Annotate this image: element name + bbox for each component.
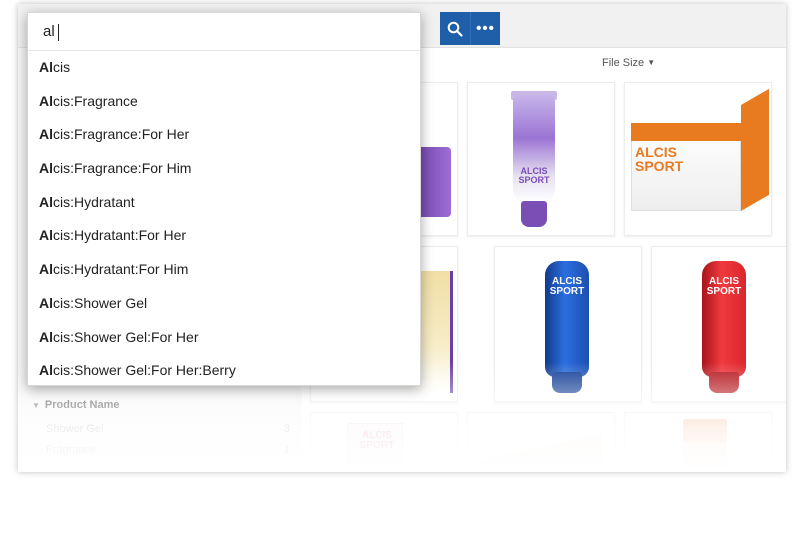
suggestion-item[interactable]: Alcis:Shower Gel — [28, 287, 420, 321]
product-tile[interactable]: ALCIS SPORT — [494, 246, 642, 402]
sort-dropdown[interactable]: File Size ▼ — [602, 57, 655, 69]
facet-product-name[interactable]: ▼ Product Name — [32, 399, 120, 411]
product-image: ALCIS SPORT — [631, 88, 769, 213]
product-image: ALCIS SPORT — [545, 261, 589, 393]
facet-item-count: 1 — [283, 444, 290, 456]
product-tile[interactable]: ALCIS SPORT — [467, 82, 615, 236]
autocomplete-dropdown: Alcis Alcis:Fragrance Alcis:Fragrance:Fo… — [27, 12, 421, 386]
caret-down-icon: ▼ — [647, 58, 656, 67]
suggestion-item[interactable]: Alcis:Fragrance:For Her — [28, 118, 420, 152]
text-cursor — [58, 24, 59, 41]
suggestion-item[interactable]: Alcis:Fragrance — [28, 85, 420, 119]
product-tile[interactable] — [467, 412, 615, 472]
facet-item-label: Shower Gel — [46, 423, 104, 435]
product-image — [482, 434, 602, 472]
suggestion-item[interactable]: Alcis:Shower Gel:For Her:Berry — [28, 354, 420, 388]
search-button[interactable] — [440, 12, 470, 45]
search-icon — [447, 21, 463, 37]
product-tile[interactable]: ALCIS SPORT — [310, 412, 458, 472]
facet-item-count: 3 — [283, 423, 290, 435]
product-brand: ALCIS SPORT — [706, 276, 742, 297]
suggestion-item[interactable]: Alcis:Fragrance:For Him — [28, 152, 420, 186]
suggestion-item[interactable]: Alcis:Hydratant:For Her — [28, 219, 420, 253]
product-image: ALCIS SPORT — [347, 423, 407, 472]
product-tile[interactable]: ALCIS SPORT — [651, 246, 786, 402]
product-tile[interactable]: ALCIS SPORT — [624, 82, 772, 236]
facet-item-label: Fragrance — [46, 444, 97, 456]
suggestion-item[interactable]: Alcis — [28, 51, 420, 85]
product-image: ALCIS SPORT — [702, 261, 746, 393]
facet-item-shower-gel[interactable]: Shower Gel 3 — [46, 423, 290, 435]
product-brand: ALCIS SPORT — [359, 430, 395, 451]
suggestion-list: Alcis Alcis:Fragrance Alcis:Fragrance:Fo… — [28, 51, 420, 388]
search-input[interactable] — [28, 13, 420, 51]
suggestion-item[interactable]: Alcis:Hydratant:For Him — [28, 253, 420, 287]
caret-down-icon: ▼ — [32, 401, 40, 410]
suggestion-item[interactable]: Alcis:Shower Gel:For Her — [28, 321, 420, 355]
product-brand: ALCIS SPORT — [518, 166, 550, 185]
facet-title: Product Name — [44, 399, 120, 411]
product-brand: ALCIS SPORT — [549, 276, 585, 297]
product-brand: ALCIS SPORT — [635, 144, 684, 174]
more-icon: ••• — [476, 20, 495, 37]
suggestion-item[interactable]: Alcis:Hydratant — [28, 186, 420, 220]
product-tile[interactable] — [624, 412, 772, 472]
sort-label: File Size — [602, 57, 645, 69]
product-image: ALCIS SPORT — [511, 91, 557, 227]
product-image — [683, 419, 727, 472]
facet-item-fragrance[interactable]: Fragrance 1 — [46, 444, 290, 456]
more-options-button[interactable]: ••• — [470, 12, 500, 45]
